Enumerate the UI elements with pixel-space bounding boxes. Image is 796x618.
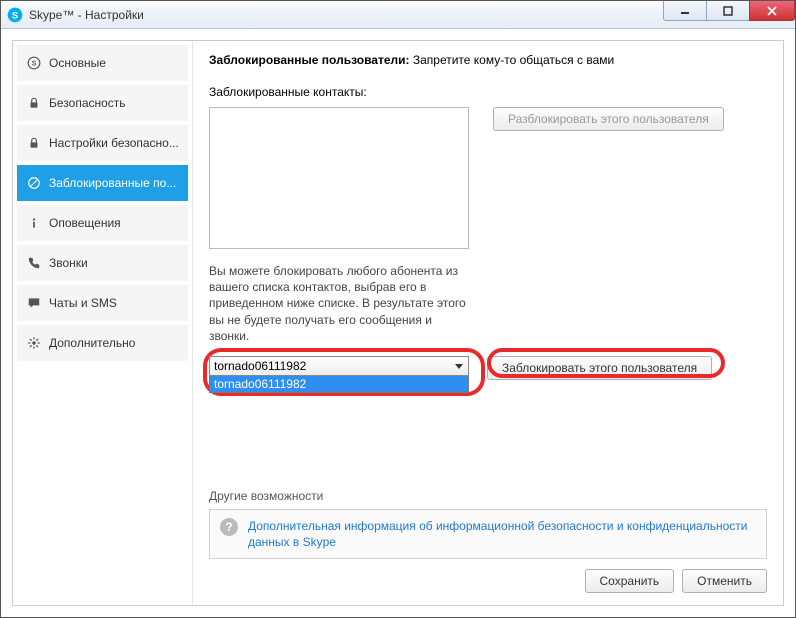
blocked-contacts-label: Заблокированные контакты: bbox=[209, 85, 767, 99]
close-button[interactable] bbox=[749, 1, 795, 21]
sidebar-item-chats-sms[interactable]: Чаты и SMS bbox=[17, 285, 188, 321]
blocked-contacts-list[interactable] bbox=[209, 107, 469, 249]
contact-select-value: tornado06111982 bbox=[214, 359, 306, 373]
skype-small-icon: S bbox=[27, 56, 41, 70]
help-icon: ? bbox=[220, 518, 238, 536]
other-options: Другие возможности ? Дополнительная инфо… bbox=[209, 479, 767, 593]
sidebar-item-label: Настройки безопасно... bbox=[49, 136, 179, 150]
contact-select-option[interactable]: tornado06111982 bbox=[210, 376, 468, 392]
sidebar-item-notifications[interactable]: Оповещения bbox=[17, 205, 188, 241]
sidebar-item-calls[interactable]: Звонки bbox=[17, 245, 188, 281]
contact-select-dropdown[interactable]: tornado06111982 bbox=[209, 376, 469, 393]
sidebar-item-label: Основные bbox=[49, 56, 106, 70]
block-description: Вы можете блокировать любого абонента из… bbox=[209, 263, 469, 344]
lock-icon bbox=[27, 136, 41, 150]
contact-select[interactable]: tornado06111982 bbox=[209, 356, 469, 376]
sidebar-item-label: Безопасность bbox=[49, 96, 126, 110]
sidebar-item-label: Оповещения bbox=[49, 216, 121, 230]
privacy-info-link[interactable]: Дополнительная информация об информацион… bbox=[248, 518, 756, 550]
sidebar-item-label: Заблокированные по... bbox=[49, 176, 176, 190]
titlebar: S Skype™ - Настройки bbox=[1, 1, 795, 29]
sidebar-item-label: Дополнительно bbox=[49, 336, 135, 350]
maximize-button[interactable] bbox=[706, 1, 750, 21]
minimize-button[interactable] bbox=[663, 1, 707, 21]
lock-icon bbox=[27, 96, 41, 110]
save-button[interactable]: Сохранить bbox=[585, 569, 675, 593]
block-icon bbox=[27, 176, 41, 190]
info-icon bbox=[27, 216, 41, 230]
window-buttons bbox=[664, 1, 795, 21]
unblock-button[interactable]: Разблокировать этого пользователя bbox=[493, 107, 724, 131]
window-title: Skype™ - Настройки bbox=[29, 8, 144, 22]
svg-text:S: S bbox=[12, 10, 18, 20]
sidebar: S Основные Безопасность Настройки безопа… bbox=[13, 41, 193, 605]
sidebar-item-label: Чаты и SMS bbox=[49, 296, 117, 310]
block-button[interactable]: Заблокировать этого пользователя bbox=[487, 356, 712, 380]
block-controls-row: tornado06111982 tornado06111982 Заблокир… bbox=[209, 356, 767, 393]
sidebar-item-advanced[interactable]: Дополнительно bbox=[17, 325, 188, 361]
settings-pane: Заблокированные пользователи: Запретите … bbox=[193, 41, 783, 605]
chat-icon bbox=[27, 296, 41, 310]
sidebar-item-blocked[interactable]: Заблокированные по... bbox=[17, 165, 188, 201]
svg-text:S: S bbox=[32, 60, 37, 67]
settings-dialog: S Основные Безопасность Настройки безопа… bbox=[12, 40, 784, 606]
sidebar-item-label: Звонки bbox=[49, 256, 88, 270]
sidebar-item-security-settings[interactable]: Настройки безопасно... bbox=[17, 125, 188, 161]
pane-heading: Заблокированные пользователи: Запретите … bbox=[209, 53, 767, 67]
info-box: ? Дополнительная информация об информаци… bbox=[209, 509, 767, 559]
gear-icon bbox=[27, 336, 41, 350]
sidebar-item-general[interactable]: S Основные bbox=[17, 45, 188, 81]
other-options-title: Другие возможности bbox=[209, 489, 767, 503]
sidebar-item-security[interactable]: Безопасность bbox=[17, 85, 188, 121]
pane-heading-bold: Заблокированные пользователи: bbox=[209, 53, 410, 67]
dialog-footer: Сохранить Отменить bbox=[209, 569, 767, 593]
skype-icon: S bbox=[7, 7, 23, 23]
cancel-button[interactable]: Отменить bbox=[682, 569, 767, 593]
phone-icon bbox=[27, 256, 41, 270]
pane-heading-sub: Запретите кому-то общаться с вами bbox=[410, 53, 615, 67]
